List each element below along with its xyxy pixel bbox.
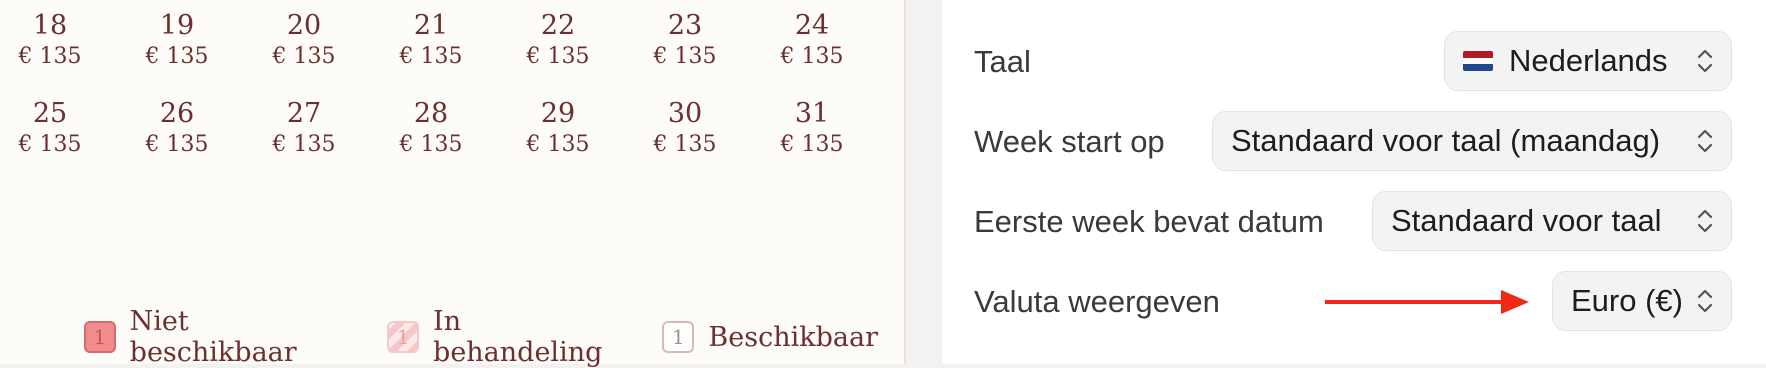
day-price: € 135: [526, 44, 590, 69]
calendar-day[interactable]: 21 € 135: [376, 10, 486, 72]
currency-select[interactable]: Euro (€): [1552, 271, 1732, 331]
day-price: € 135: [653, 132, 717, 157]
day-price: € 135: [780, 132, 844, 157]
day-price: € 135: [399, 44, 463, 69]
calendar-day[interactable]: 18 € 135: [0, 10, 105, 72]
legend-unavailable-label: Niet beschikbaar: [129, 306, 297, 368]
day-number: 24: [794, 10, 830, 41]
day-number: 28: [413, 98, 449, 129]
day-number: 27: [286, 98, 322, 129]
chevron-up-down-icon: [1697, 49, 1713, 73]
calendar-day[interactable]: 28 € 135: [376, 98, 486, 160]
calendar-day[interactable]: 26 € 135: [122, 98, 232, 160]
language-select[interactable]: Nederlands: [1444, 31, 1732, 91]
pending-swatch: 1: [387, 321, 420, 353]
availability-legend: 1 Niet beschikbaar 1 In behandeling 1 Be…: [84, 306, 904, 368]
calendar-panel: 18 € 135 19 € 135 20 € 135 21 € 135 22 €…: [0, 0, 906, 368]
available-swatch: 1: [662, 321, 695, 353]
week-start-label: Week start op: [974, 124, 1165, 159]
first-week-select[interactable]: Standaard voor taal: [1372, 191, 1732, 251]
day-price: € 135: [272, 44, 336, 69]
calendar-day[interactable]: 30 € 135: [630, 98, 740, 160]
currency-label: Valuta weergeven: [974, 284, 1220, 319]
legend-available-label: Beschikbaar: [708, 321, 878, 353]
chevron-up-down-icon: [1697, 289, 1713, 313]
flag-stripe-red: [1463, 51, 1493, 58]
currency-select-value: Euro (€): [1571, 283, 1683, 318]
calendar-day[interactable]: 24 € 135: [757, 10, 867, 72]
flag-stripe-white: [1463, 57, 1493, 65]
chevron-up-down-icon: [1697, 129, 1713, 153]
day-price: € 135: [18, 44, 82, 69]
legend-pending: 1 In behandeling: [387, 306, 636, 368]
day-number: 23: [667, 10, 703, 41]
first-week-select-value: Standaard voor taal: [1391, 203, 1662, 238]
day-price: € 135: [18, 132, 82, 157]
day-price: € 135: [272, 132, 336, 157]
day-number: 29: [540, 98, 576, 129]
legend-available: 1 Beschikbaar: [662, 321, 878, 353]
day-number: 20: [286, 10, 322, 41]
week-start-select[interactable]: Standaard voor taal (maandag): [1212, 111, 1732, 171]
flag-stripe-blue: [1463, 64, 1493, 71]
day-number: 25: [32, 98, 68, 129]
calendar-day[interactable]: 22 € 135: [503, 10, 613, 72]
netherlands-flag-icon: [1463, 51, 1493, 71]
calendar-day[interactable]: 27 € 135: [249, 98, 359, 160]
day-number: 26: [159, 98, 195, 129]
day-price: € 135: [145, 132, 209, 157]
day-price: € 135: [399, 132, 463, 157]
day-number: 19: [159, 10, 195, 41]
calendar-day[interactable]: 31 € 135: [757, 98, 867, 160]
week-start-select-value: Standaard voor taal (maandag): [1231, 123, 1661, 158]
language-select-value: Nederlands: [1509, 43, 1668, 78]
legend-unavailable: 1 Niet beschikbaar: [84, 306, 361, 368]
day-number: 30: [667, 98, 703, 129]
annotation-arrow-icon: [1325, 290, 1529, 314]
unavailable-swatch: 1: [84, 321, 116, 353]
day-number: 21: [413, 10, 449, 41]
day-price: € 135: [780, 44, 844, 69]
day-number: 18: [32, 10, 68, 41]
calendar-day[interactable]: 25 € 135: [0, 98, 105, 160]
legend-pending-label: In behandeling: [433, 306, 603, 368]
calendar-day[interactable]: 23 € 135: [630, 10, 740, 72]
day-number: 31: [794, 98, 830, 129]
calendar-day[interactable]: 19 € 135: [122, 10, 232, 72]
day-price: € 135: [653, 44, 717, 69]
day-price: € 135: [526, 132, 590, 157]
calendar-day[interactable]: 29 € 135: [503, 98, 613, 160]
day-number: 22: [540, 10, 576, 41]
first-week-label: Eerste week bevat datum: [974, 204, 1324, 239]
day-price: € 135: [145, 44, 209, 69]
chevron-up-down-icon: [1697, 209, 1713, 233]
calendar-day[interactable]: 20 € 135: [249, 10, 359, 72]
language-label: Taal: [974, 44, 1031, 79]
